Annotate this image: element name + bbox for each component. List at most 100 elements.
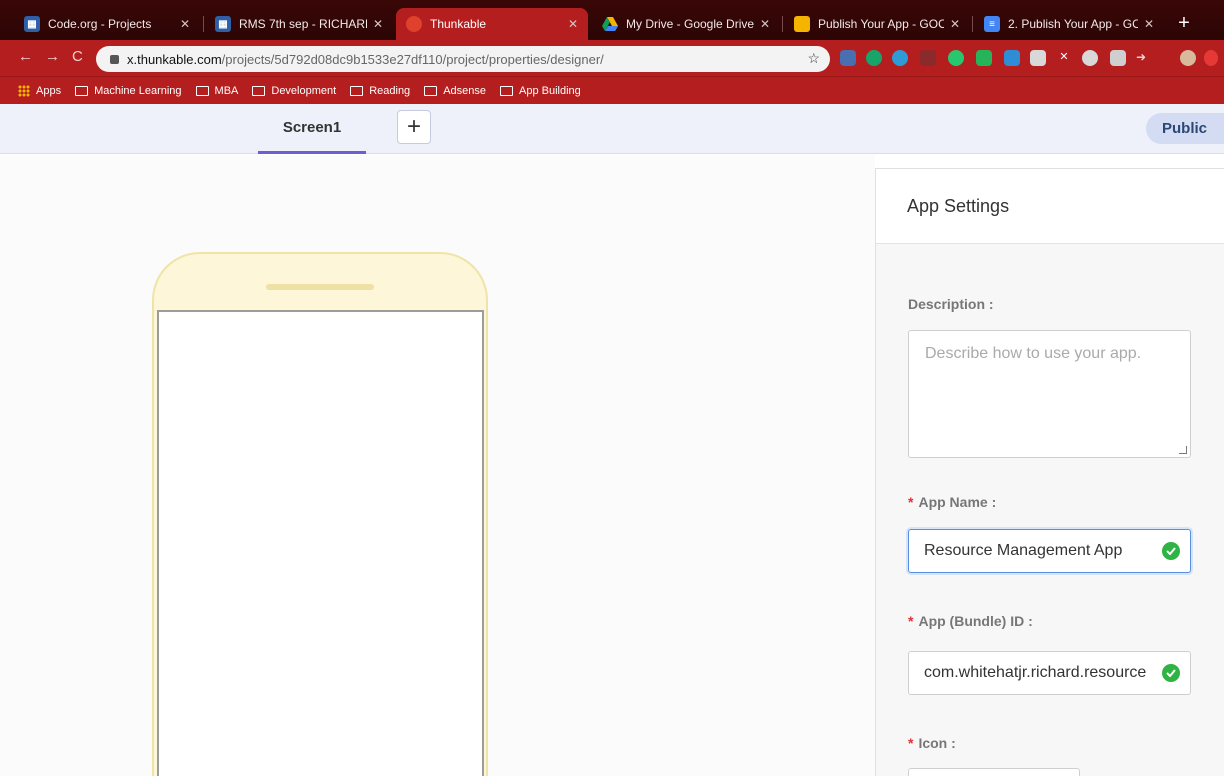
thunkable-icon bbox=[406, 16, 422, 32]
description-placeholder: Describe how to use your app. bbox=[925, 345, 1142, 362]
required-mark: * bbox=[908, 613, 914, 629]
code-org-icon: ▦ bbox=[215, 16, 231, 32]
extension-cors-icon[interactable] bbox=[976, 50, 992, 66]
phone-screen[interactable] bbox=[157, 310, 484, 776]
close-icon[interactable]: ✕ bbox=[950, 17, 960, 31]
tab-title: My Drive - Google Drive bbox=[626, 17, 754, 31]
description-label: Description : bbox=[908, 296, 994, 312]
tab-divider bbox=[782, 16, 783, 32]
google-drive-icon bbox=[602, 16, 618, 32]
google-docs-icon: ≡ bbox=[984, 16, 1000, 32]
bookmarks-bar: Apps Machine Learning MBA Development Re… bbox=[0, 76, 1224, 104]
apps-grid-icon bbox=[18, 84, 30, 97]
bookmark-label: Development bbox=[271, 84, 337, 97]
close-icon[interactable]: ✕ bbox=[568, 17, 578, 31]
check-icon bbox=[1162, 542, 1180, 560]
address-bar[interactable]: x.thunkable.com/projects/5d792d08dc9b153… bbox=[96, 46, 830, 72]
label-text: Icon : bbox=[918, 735, 956, 751]
extension-grammarly-icon[interactable] bbox=[866, 50, 882, 66]
extension-arrow-icon[interactable]: ➜ bbox=[1136, 50, 1152, 66]
extension-json-icon[interactable] bbox=[920, 50, 936, 66]
update-icon[interactable] bbox=[1204, 50, 1218, 66]
browser-tab-publish-docs[interactable]: ≡ 2. Publish Your App - GOOG ✕ bbox=[974, 8, 1164, 40]
app-name-input[interactable]: Resource Management App bbox=[908, 529, 1191, 573]
tab-title: Publish Your App - GOOGLE bbox=[818, 17, 944, 31]
tab-title: Code.org - Projects bbox=[48, 17, 152, 31]
browser-tab-code-org[interactable]: ▦ Code.org - Projects ✕ bbox=[14, 8, 200, 40]
panel-title: App Settings bbox=[907, 196, 1010, 216]
extension-devtools-icon[interactable] bbox=[840, 50, 856, 66]
required-mark: * bbox=[908, 494, 914, 510]
lock-icon bbox=[110, 54, 119, 64]
folder-icon bbox=[500, 85, 513, 96]
bookmark-apps[interactable]: Apps bbox=[18, 84, 62, 97]
avatar[interactable] bbox=[1180, 50, 1196, 66]
label-text: App Name : bbox=[918, 494, 997, 510]
bundle-id-input[interactable]: com.whitehatjr.richard.resource bbox=[908, 651, 1191, 695]
url-host: x.thunkable.com bbox=[127, 51, 222, 67]
bookmark-label: MBA bbox=[214, 84, 239, 97]
required-mark: * bbox=[908, 735, 914, 751]
label-text: App (Bundle) ID : bbox=[918, 613, 1033, 629]
url-path: /projects/5d792d08dc9b1533e27df110/proje… bbox=[221, 51, 604, 67]
forward-icon[interactable]: → bbox=[45, 48, 60, 65]
public-button[interactable]: Public bbox=[1146, 113, 1224, 144]
bundle-id-value: com.whitehatjr.richard.resource bbox=[924, 664, 1147, 681]
bookmark-label: Machine Learning bbox=[94, 84, 182, 97]
tab-title: 2. Publish Your App - GOOG bbox=[1008, 17, 1138, 31]
bookmark-adsense[interactable]: Adsense bbox=[424, 85, 486, 97]
label-text: Description : bbox=[908, 296, 994, 312]
reload-icon[interactable]: C bbox=[72, 48, 83, 65]
close-icon[interactable]: ✕ bbox=[373, 17, 383, 31]
extension-react-icon[interactable] bbox=[892, 50, 908, 66]
folder-icon bbox=[75, 85, 89, 96]
back-icon[interactable]: ← bbox=[18, 48, 33, 65]
extension-x-icon[interactable]: ✕ bbox=[1056, 50, 1072, 66]
bookmark-reading[interactable]: Reading bbox=[350, 85, 410, 97]
extension-camera-icon[interactable] bbox=[1030, 50, 1046, 66]
bookmark-machine-learning[interactable]: Machine Learning bbox=[75, 84, 182, 97]
bookmark-label: App Building bbox=[519, 84, 581, 97]
check-icon bbox=[1162, 664, 1180, 682]
tab-screen1[interactable]: Screen1 bbox=[258, 104, 366, 154]
google-slides-icon bbox=[794, 16, 810, 32]
bookmark-label: Reading bbox=[369, 84, 411, 97]
bundle-id-label: * App (Bundle) ID : bbox=[908, 613, 1033, 629]
phone-speaker bbox=[266, 284, 374, 290]
extension-tag-icon[interactable] bbox=[1004, 50, 1020, 66]
description-input[interactable]: Describe how to use your app. bbox=[908, 330, 1191, 458]
tab-divider bbox=[972, 16, 973, 32]
browser-tab-rms[interactable]: ▦ RMS 7th sep - RICHARD - A ✕ bbox=[205, 8, 393, 40]
close-icon[interactable]: ✕ bbox=[760, 17, 770, 31]
app-name-value: Resource Management App bbox=[924, 542, 1123, 559]
resize-handle-icon[interactable] bbox=[1179, 446, 1187, 454]
bookmark-app-building[interactable]: App Building bbox=[500, 85, 581, 97]
close-icon[interactable]: ✕ bbox=[1144, 17, 1154, 31]
code-org-icon: ▦ bbox=[24, 16, 40, 32]
folder-icon bbox=[424, 85, 438, 96]
browser-tab-publish-slides[interactable]: Publish Your App - GOOGLE ✕ bbox=[784, 8, 970, 40]
add-screen-button[interactable]: + bbox=[397, 110, 431, 144]
app-name-label: * App Name : bbox=[908, 494, 996, 510]
browser-tab-google-drive[interactable]: My Drive - Google Drive ✕ bbox=[592, 8, 780, 40]
folder-icon bbox=[350, 85, 364, 96]
extension-google-icon[interactable] bbox=[1082, 50, 1098, 66]
bookmark-star-icon[interactable]: ☆ bbox=[807, 50, 820, 67]
bookmark-label: Apps bbox=[36, 84, 62, 97]
new-tab-button[interactable]: + bbox=[1172, 12, 1196, 36]
tab-title: RMS 7th sep - RICHARD - A bbox=[239, 17, 367, 31]
icon-upload-box[interactable] bbox=[908, 768, 1080, 776]
bookmark-mba[interactable]: MBA bbox=[195, 84, 239, 97]
extension-circle-icon[interactable] bbox=[948, 50, 964, 66]
app-header bbox=[0, 104, 1224, 154]
folder-icon bbox=[252, 85, 266, 96]
extension-grey-icon[interactable] bbox=[1110, 50, 1126, 66]
folder-icon bbox=[195, 85, 209, 96]
bookmark-development[interactable]: Development bbox=[252, 85, 336, 97]
icon-label: * Icon : bbox=[908, 735, 956, 751]
browser-tab-thunkable[interactable]: Thunkable ✕ bbox=[396, 8, 588, 40]
tab-title: Thunkable bbox=[430, 17, 487, 31]
close-icon[interactable]: ✕ bbox=[180, 17, 190, 31]
bookmark-label: Adsense bbox=[443, 84, 486, 97]
tab-divider bbox=[203, 16, 204, 32]
